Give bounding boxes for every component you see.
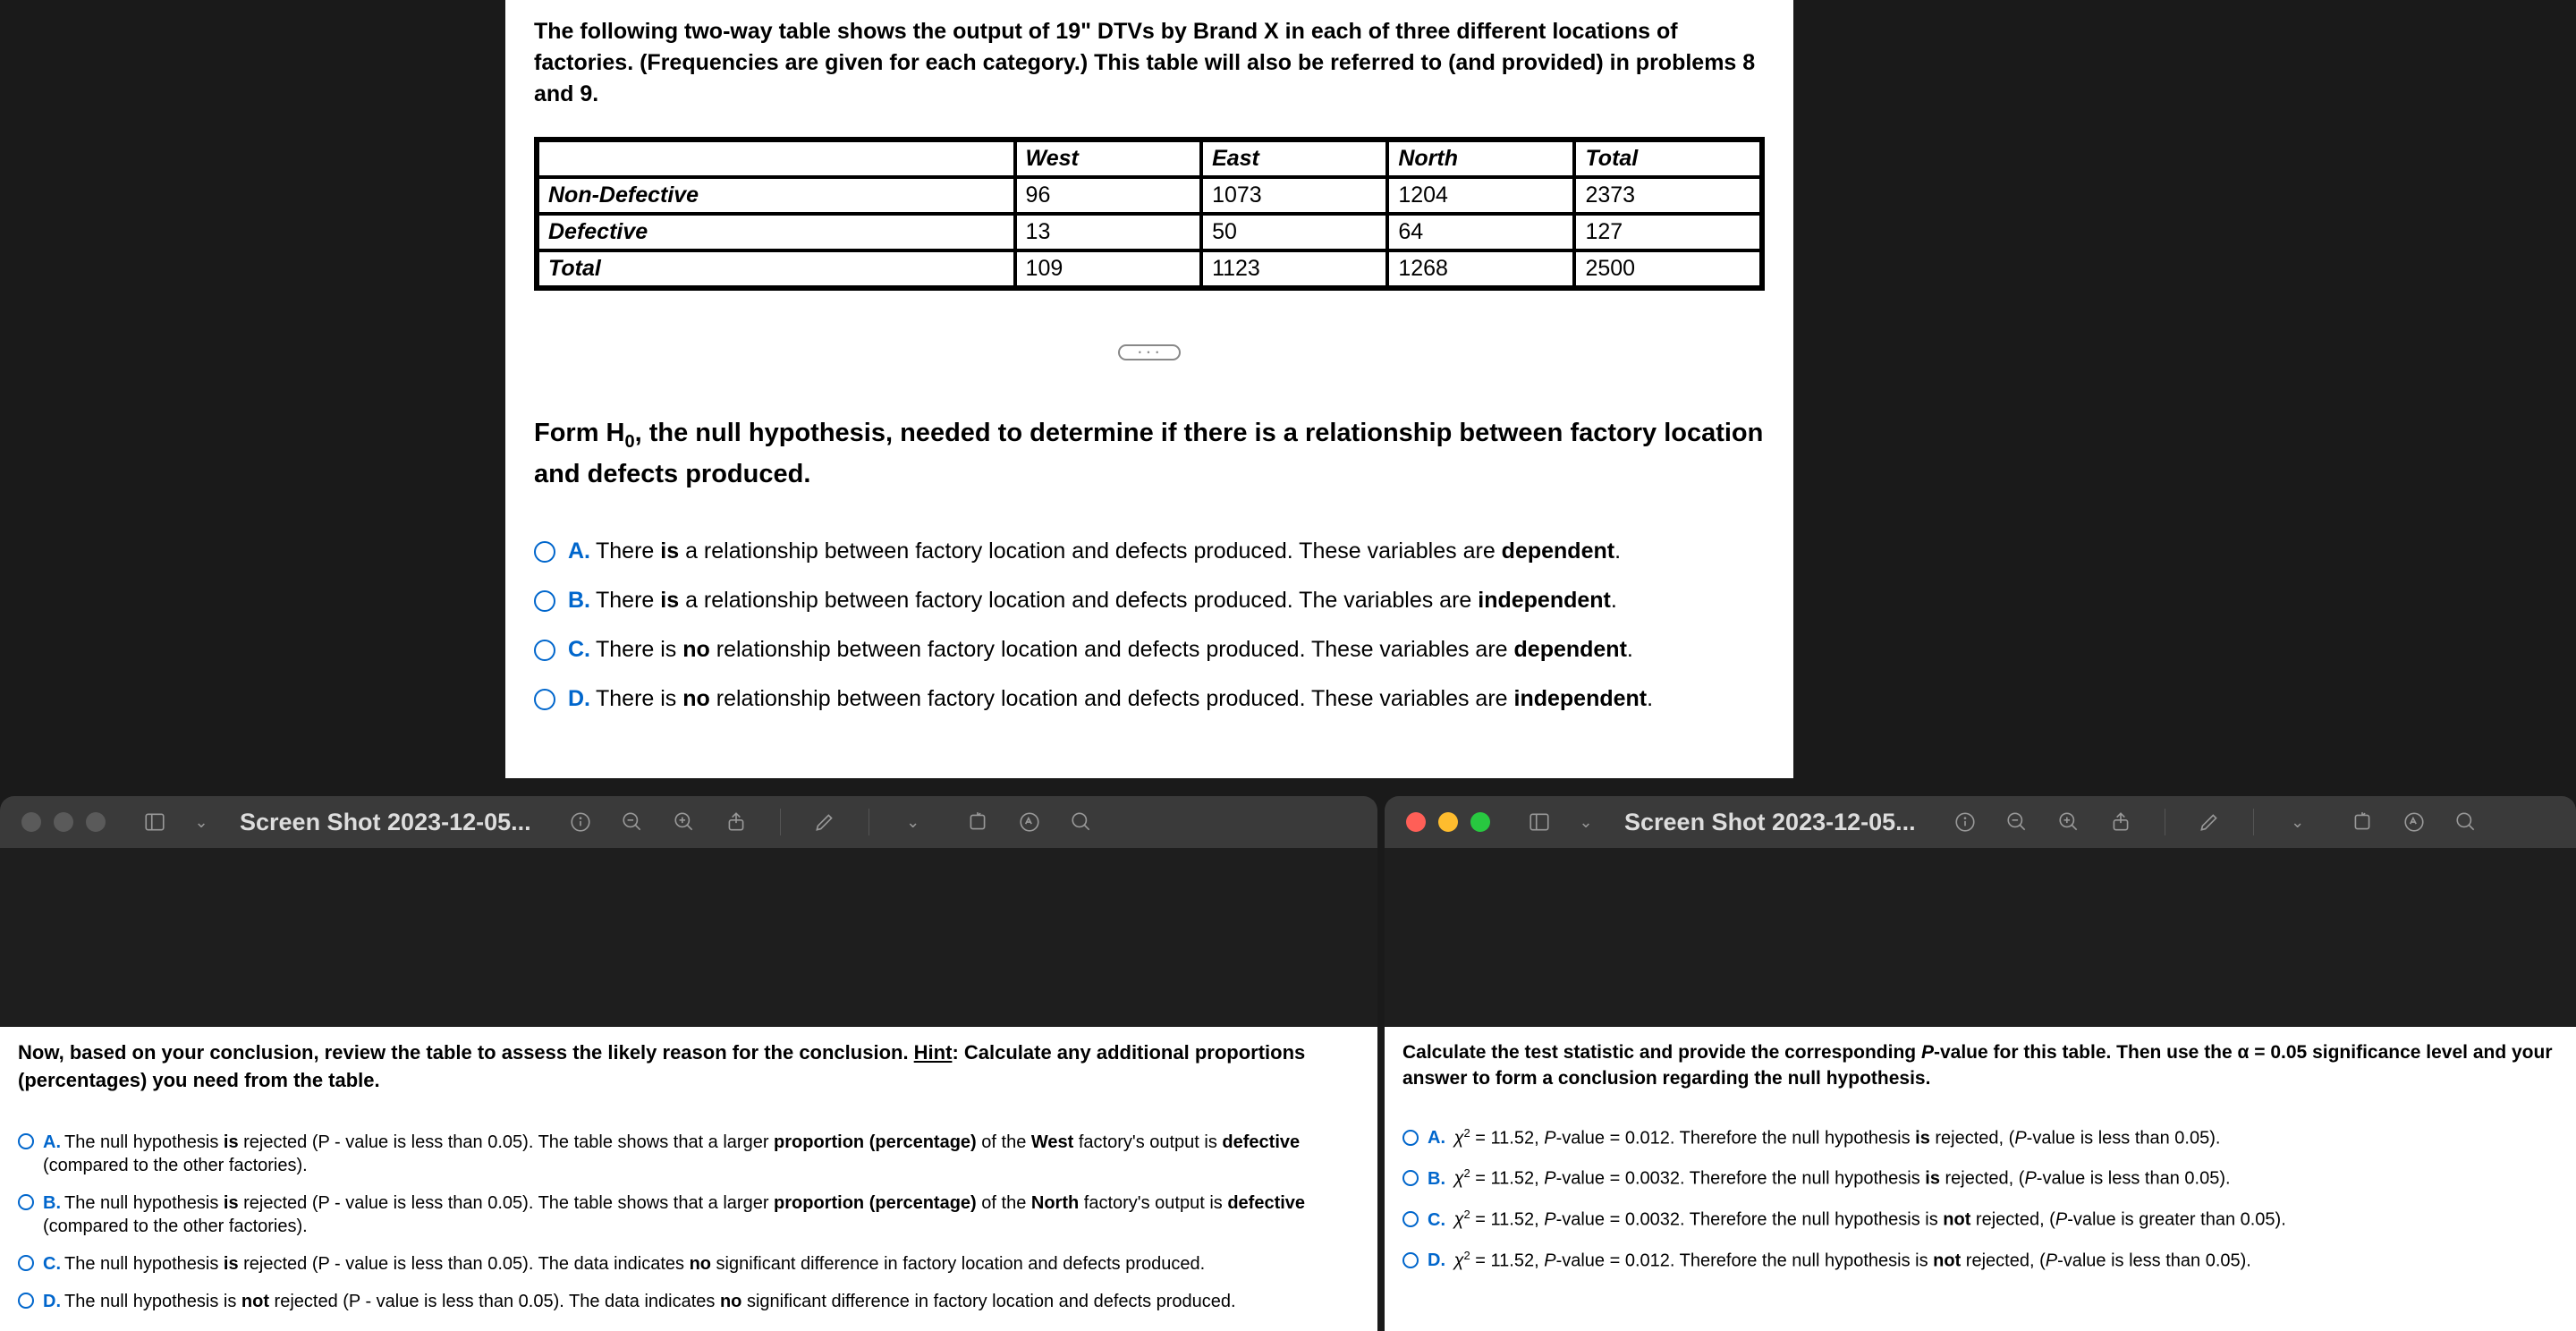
chevron-down-icon[interactable] — [898, 807, 928, 837]
minimize-window-button[interactable] — [1438, 812, 1458, 832]
option-c[interactable]: C.There is no relationship between facto… — [534, 637, 1765, 663]
section-divider[interactable]: • • • — [1118, 344, 1181, 360]
radio-icon[interactable] — [534, 640, 555, 661]
table-header-west: West — [1015, 140, 1202, 177]
option-a[interactable]: A.There is a relationship between factor… — [534, 538, 1765, 564]
question-panel-right: Calculate the test statistic and provide… — [1385, 1027, 2576, 1331]
markup-icon[interactable] — [2399, 807, 2429, 837]
option-text: There is a relationship between factory … — [596, 538, 1621, 564]
info-icon[interactable] — [565, 807, 596, 837]
option-b[interactable]: B.The null hypothesis is rejected (P - v… — [18, 1191, 1360, 1238]
minimize-window-button[interactable] — [54, 812, 73, 832]
window-toolbar-left: Screen Shot 2023-12-05... — [0, 796, 1377, 848]
zoom-in-icon[interactable] — [2054, 807, 2084, 837]
traffic-lights — [1406, 812, 1490, 832]
option-text: There is no relationship between factory… — [596, 686, 1653, 711]
edit-icon[interactable] — [809, 807, 840, 837]
search-icon[interactable] — [2451, 807, 2481, 837]
option-c[interactable]: C. χ2 = 11.52, P-value = 0.0032. Therefo… — [1402, 1208, 2558, 1231]
share-icon[interactable] — [2106, 807, 2136, 837]
markup-icon[interactable] — [1014, 807, 1045, 837]
maximize-window-button[interactable] — [1470, 812, 1490, 832]
table-header-total: Total — [1574, 140, 1761, 177]
sidebar-icon[interactable] — [140, 807, 170, 837]
info-icon[interactable] — [1950, 807, 1980, 837]
radio-icon[interactable] — [18, 1133, 34, 1149]
window-body-right: Calculate the test statistic and provide… — [1385, 848, 2576, 1250]
radio-icon[interactable] — [1402, 1130, 1419, 1146]
traffic-lights — [21, 812, 106, 832]
search-icon[interactable] — [1066, 807, 1097, 837]
share-icon[interactable] — [721, 807, 751, 837]
radio-icon[interactable] — [534, 541, 555, 563]
question-prompt: Calculate the test statistic and provide… — [1402, 1039, 2558, 1092]
window-title: Screen Shot 2023-12-05... — [240, 809, 531, 836]
toolbar-divider — [2253, 809, 2254, 835]
radio-icon[interactable] — [534, 590, 555, 612]
edit-icon[interactable] — [2194, 807, 2224, 837]
option-text: The null hypothesis is rejected (P - val… — [43, 1132, 1300, 1175]
window-body-left: Now, based on your conclusion, review th… — [0, 848, 1377, 1250]
table-row: Total 109 1123 1268 2500 — [538, 250, 1761, 287]
radio-icon[interactable] — [1402, 1252, 1419, 1268]
maximize-window-button[interactable] — [86, 812, 106, 832]
option-d[interactable]: D.The null hypothesis is not rejected (P… — [18, 1290, 1360, 1313]
question-panel-left: Now, based on your conclusion, review th… — [0, 1027, 1377, 1331]
option-text: Therefore the null hypothesis is not rej… — [1690, 1210, 2286, 1230]
close-window-button[interactable] — [1406, 812, 1426, 832]
option-d[interactable]: D. χ2 = 11.52, P-value = 0.012. Therefor… — [1402, 1249, 2558, 1272]
question-panel-top: The following two-way table shows the ou… — [505, 0, 1793, 778]
close-window-button[interactable] — [21, 812, 41, 832]
table-header-blank — [538, 140, 1015, 177]
radio-icon[interactable] — [18, 1293, 34, 1309]
window-title: Screen Shot 2023-12-05... — [1624, 809, 1916, 836]
option-a[interactable]: A. χ2 = 11.52, P-value = 0.012. Therefor… — [1402, 1126, 2558, 1149]
radio-icon[interactable] — [18, 1194, 34, 1210]
radio-icon[interactable] — [18, 1255, 34, 1271]
table-row: Non-Defective 96 1073 1204 2373 — [538, 177, 1761, 214]
option-text: The null hypothesis is rejected (P - val… — [64, 1254, 1205, 1274]
option-b[interactable]: B.There is a relationship between factor… — [534, 588, 1765, 614]
rotate-icon[interactable] — [2347, 807, 2377, 837]
chevron-down-icon[interactable] — [2283, 807, 2313, 837]
table-header-east: East — [1201, 140, 1387, 177]
radio-icon[interactable] — [534, 689, 555, 710]
option-c[interactable]: C.The null hypothesis is rejected (P - v… — [18, 1252, 1360, 1276]
toolbar-divider — [780, 809, 781, 835]
option-text: Therefore the null hypothesis is rejecte… — [1680, 1128, 2221, 1148]
option-text: The null hypothesis is not rejected (P -… — [64, 1292, 1236, 1311]
sidebar-icon[interactable] — [1524, 807, 1555, 837]
chevron-down-icon[interactable] — [186, 807, 216, 837]
rotate-icon[interactable] — [962, 807, 993, 837]
data-table: West East North Total Non-Defective 96 1… — [534, 137, 1765, 291]
option-a[interactable]: A.The null hypothesis is rejected (P - v… — [18, 1131, 1360, 1177]
window-toolbar-right: Screen Shot 2023-12-05... — [1385, 796, 2576, 848]
option-text: Therefore the null hypothesis is not rej… — [1680, 1250, 2251, 1270]
zoom-out-icon[interactable] — [617, 807, 648, 837]
question-prompt: Now, based on your conclusion, review th… — [18, 1039, 1360, 1095]
table-row: Defective 13 50 64 127 — [538, 214, 1761, 250]
zoom-out-icon[interactable] — [2002, 807, 2032, 837]
radio-icon[interactable] — [1402, 1211, 1419, 1227]
option-text: Therefore the null hypothesis is rejecte… — [1690, 1169, 2231, 1189]
option-text: The null hypothesis is rejected (P - val… — [43, 1193, 1305, 1236]
zoom-in-icon[interactable] — [669, 807, 699, 837]
option-text: There is no relationship between factory… — [596, 637, 1633, 662]
option-text: There is a relationship between factory … — [596, 588, 1617, 613]
table-header-north: North — [1387, 140, 1574, 177]
radio-icon[interactable] — [1402, 1170, 1419, 1186]
intro-text: The following two-way table shows the ou… — [534, 16, 1765, 110]
option-b[interactable]: B. χ2 = 11.52, P-value = 0.0032. Therefo… — [1402, 1166, 2558, 1190]
option-d[interactable]: D.There is no relationship between facto… — [534, 686, 1765, 712]
chevron-down-icon[interactable] — [1571, 807, 1601, 837]
question-prompt: Form H0, the null hypothesis, needed to … — [534, 414, 1765, 494]
